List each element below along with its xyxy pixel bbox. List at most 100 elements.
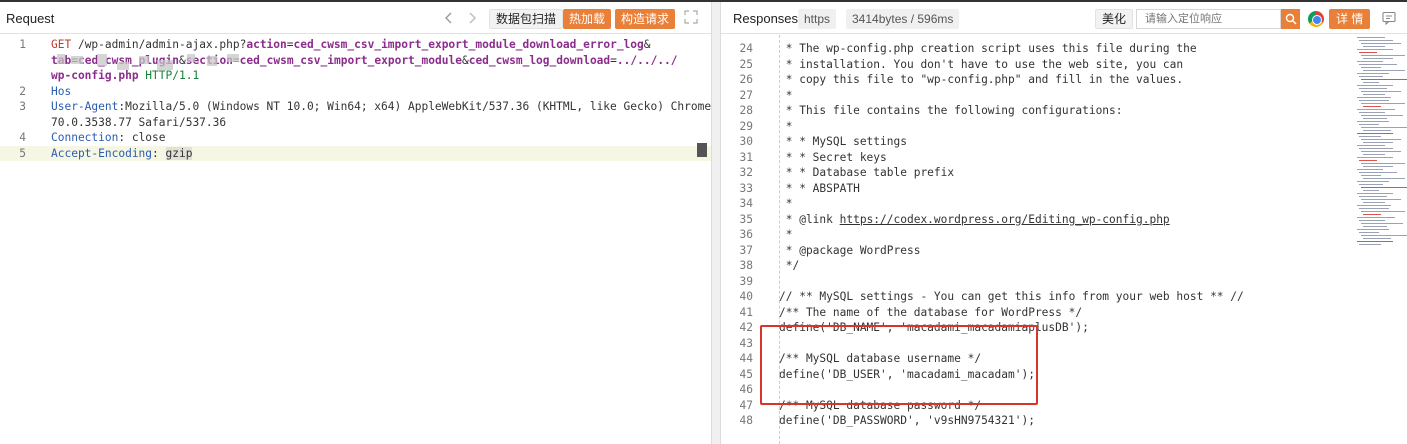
- minimap-line: [1359, 220, 1385, 221]
- line-number: 30: [739, 135, 753, 148]
- locate-response-input[interactable]: [1136, 9, 1281, 29]
- response-line: 39: [721, 274, 1407, 290]
- minimap-line: [1359, 232, 1379, 233]
- code-token: * installation. You don't have to use th…: [779, 57, 1184, 71]
- minimap-line: [1357, 37, 1385, 38]
- line-number: 39: [739, 274, 753, 288]
- search-icon[interactable]: [1281, 9, 1300, 29]
- code-text: * copy this file to "wp-config.php" and …: [779, 72, 1183, 88]
- code-text: Accept-Encoding: gzip: [51, 146, 193, 162]
- redacted-host-blur: [57, 52, 243, 96]
- line-number: 35: [739, 212, 753, 226]
- code-token: * copy this file to "wp-config.php" and …: [779, 73, 1184, 86]
- minimap-line: [1361, 175, 1381, 176]
- minimap-line: [1361, 79, 1407, 80]
- code-token: GET: [51, 38, 72, 51]
- code-token: // ** MySQL settings - You can get this …: [779, 290, 1244, 303]
- minimap-line: [1363, 94, 1385, 95]
- minimap-line: [1359, 136, 1381, 137]
- chevron-left-icon[interactable]: [441, 10, 457, 26]
- minimap-line: [1361, 163, 1405, 164]
- response-line: 48 define('DB_PASSWORD', 'v9sHN9754321');: [721, 413, 1407, 429]
- request-line: 1 GET /wp-admin/admin-ajax.php?action=ced…: [0, 37, 711, 53]
- code-text: define('DB_PASSWORD', 'v9sHN9754321');: [779, 413, 1035, 429]
- code-token: define('DB_PASSWORD', 'v9sHN9754321');: [779, 414, 1035, 427]
- code-token: * * Database table prefix: [779, 166, 955, 179]
- response-line: 31 * * Secret keys: [721, 150, 1407, 166]
- request-line: 3 User-Agent:Mozilla/5.0 (Windows NT 10.0…: [0, 99, 711, 115]
- line-number: 41: [739, 305, 753, 319]
- response-line: 40 // ** MySQL settings - You can get thi…: [721, 289, 1407, 305]
- line-number: 38: [739, 259, 753, 272]
- response-line: 38 */: [721, 258, 1407, 274]
- minimap-line: [1359, 172, 1397, 173]
- response-line: 33 * * ABSPATH: [721, 181, 1407, 197]
- code-token: =: [286, 38, 294, 51]
- code-text: User-Agent:Mozilla/5.0 (Windows NT 10.0;…: [51, 99, 711, 115]
- minimap-line: [1359, 184, 1383, 185]
- line-number: 44: [739, 352, 753, 365]
- minimap-line: [1357, 205, 1391, 206]
- response-size-tag: 3414bytes / 596ms: [846, 9, 960, 29]
- line-number: 43: [739, 336, 753, 350]
- code-text: // ** MySQL settings - You can get this …: [779, 289, 1244, 305]
- minimap-line: [1359, 64, 1397, 65]
- expand-icon[interactable]: [683, 10, 699, 26]
- request-title: Request: [6, 11, 55, 26]
- hot-load-button[interactable]: 热加载: [563, 9, 612, 29]
- codex-link[interactable]: https://codex.wordpress.org/Editing_wp-c…: [840, 213, 1170, 226]
- minimap-line: [1361, 139, 1401, 140]
- minimap-line: [1359, 52, 1377, 53]
- code-token: &: [643, 38, 651, 51]
- code-token: * This file contains the following confi…: [779, 104, 1123, 117]
- minimap-line: [1363, 214, 1381, 215]
- chevron-right-icon[interactable]: [464, 10, 480, 26]
- minimap-line: [1363, 58, 1393, 59]
- minimap-line: [1363, 190, 1379, 191]
- minimap-line: [1363, 106, 1381, 107]
- code-token: * * Secret keys: [779, 150, 887, 164]
- code-text: * @link https://codex.wordpress.org/Edit…: [779, 212, 1170, 228]
- chrome-icon[interactable]: [1308, 11, 1324, 27]
- minimap-line: [1363, 118, 1387, 119]
- response-line: 35 * @link https://codex.wordpress.org/E…: [721, 212, 1407, 228]
- minimap-line: [1363, 82, 1379, 83]
- minimap-line: [1357, 85, 1393, 86]
- minimap-line: [1361, 223, 1403, 224]
- code-token: * * ABSPATH: [779, 181, 860, 195]
- minimap-line: [1363, 166, 1393, 167]
- line-number: 24: [739, 42, 753, 55]
- minimap-line: [1361, 235, 1407, 236]
- beautify-button[interactable]: 美化: [1095, 9, 1134, 29]
- minimap-line: [1361, 211, 1405, 212]
- pane-divider[interactable]: [711, 2, 721, 444]
- response-minimap[interactable]: [1353, 35, 1407, 444]
- build-request-button[interactable]: 构造请求: [615, 9, 676, 29]
- minimap-line: [1359, 100, 1389, 101]
- comment-icon[interactable]: [1381, 11, 1397, 27]
- minimap-line: [1357, 49, 1393, 50]
- minimap-line: [1359, 148, 1393, 149]
- minimap-line: [1357, 229, 1389, 230]
- code-token: :Mozilla/5.0 (Windows NT 10.0; Win64; x6…: [118, 100, 711, 113]
- code-token: &: [461, 53, 469, 67]
- minimap-line: [1357, 217, 1395, 218]
- details-button[interactable]: 详 情: [1329, 9, 1371, 29]
- minimap-line: [1359, 112, 1385, 113]
- packet-scan-button[interactable]: 数据包扫描: [489, 9, 564, 29]
- code-token: * * MySQL settings: [779, 135, 907, 148]
- code-token: * @link: [779, 212, 840, 226]
- minimap-line: [1363, 70, 1405, 71]
- minimap-line: [1361, 199, 1401, 200]
- minimap-line: [1359, 160, 1377, 161]
- line-number: 33: [739, 181, 753, 195]
- request-toolbar: Request 数据包扫描 热加载 构造请求: [0, 2, 711, 34]
- line-number: 48: [739, 414, 753, 427]
- minimap-line: [1357, 97, 1391, 98]
- minimap-line: [1363, 238, 1391, 239]
- request-scrollbar[interactable]: [697, 143, 707, 157]
- line-number: 36: [739, 228, 753, 241]
- request-editor[interactable]: 1 GET /wp-admin/admin-ajax.php?action=ced…: [0, 35, 711, 444]
- code-token: ced_cwsm_csv_import_export_module: [239, 53, 462, 67]
- request-line: 70.0.3538.77 Safari/537.36: [0, 115, 711, 131]
